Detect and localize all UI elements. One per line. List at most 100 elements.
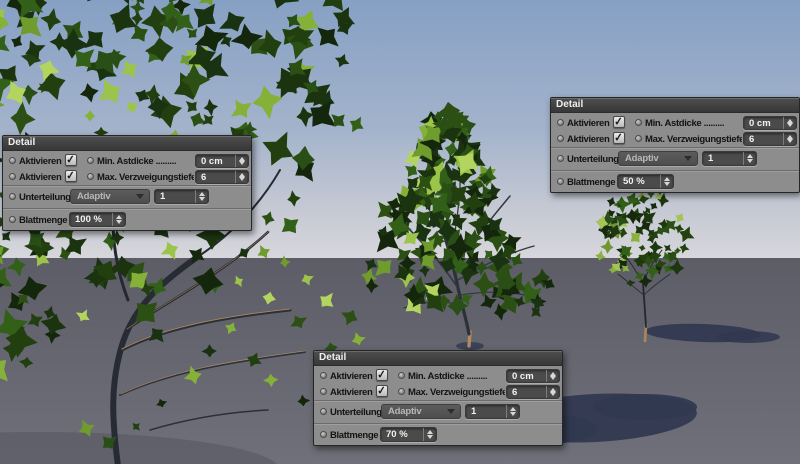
param-dot[interactable] (9, 173, 16, 180)
separator (3, 208, 251, 210)
unterteilung-field[interactable]: 1 (465, 404, 520, 419)
spin-up-icon[interactable] (510, 407, 516, 411)
unterteilung-label: Unterteilung (330, 407, 382, 418)
min-astdicke-value[interactable]: 0 cm (744, 117, 783, 129)
spinner-arrows[interactable] (783, 133, 796, 145)
spin-down-icon[interactable] (787, 139, 793, 143)
max-verzweigungstiefe-value[interactable]: 6 (744, 133, 783, 145)
aktivieren-checkbox[interactable]: ✓ (613, 116, 625, 128)
param-dot[interactable] (557, 135, 564, 142)
separator (551, 170, 799, 172)
param-dot[interactable] (87, 173, 94, 180)
unterteilung-field[interactable]: 1 (702, 151, 757, 166)
spinner-arrows[interactable] (546, 386, 559, 398)
panel-titlebar[interactable]: Detail (314, 351, 562, 366)
max-verzweigungstiefe-field[interactable]: 6 (743, 132, 797, 146)
unterteilung-dropdown[interactable]: Adaptiv (70, 189, 150, 204)
spin-down-icon[interactable] (199, 197, 205, 201)
param-dot[interactable] (635, 135, 642, 142)
spin-up-icon[interactable] (116, 215, 122, 219)
spin-up-icon[interactable] (664, 177, 670, 181)
param-dot[interactable] (9, 157, 16, 164)
panel-body: Aktivieren ✓ Min. Astdicke ......... 0 c… (3, 151, 251, 230)
panel-titlebar[interactable]: Detail (551, 98, 799, 113)
max-verzweigungstiefe-value[interactable]: 6 (196, 171, 235, 183)
max-verzweigungstiefe-field[interactable]: 6 (506, 385, 560, 399)
unterteilung-label: Unterteilung (19, 192, 71, 203)
unterteilung-dropdown-value[interactable]: Adaptiv (382, 406, 447, 417)
min-astdicke-label: Min. Astdicke ......... (97, 156, 177, 167)
unterteilung-dropdown[interactable]: Adaptiv (618, 151, 698, 166)
panel-body: Aktivieren ✓ Min. Astdicke ......... 0 c… (314, 366, 562, 445)
spinner-arrows[interactable] (235, 155, 248, 167)
param-dot[interactable] (398, 372, 405, 379)
min-astdicke-label: Min. Astdicke ......... (408, 371, 488, 382)
spin-up-icon[interactable] (199, 192, 205, 196)
min-astdicke-field[interactable]: 0 cm (743, 116, 797, 130)
spin-down-icon[interactable] (550, 392, 556, 396)
panel-title: Detail (556, 99, 584, 110)
spinner-arrows[interactable] (235, 171, 248, 183)
aktivieren-checkbox[interactable]: ✓ (376, 369, 388, 381)
aktivieren-checkbox[interactable]: ✓ (376, 385, 388, 397)
min-astdicke-field[interactable]: 0 cm (506, 369, 560, 383)
spin-down-icon[interactable] (510, 412, 516, 416)
param-dot[interactable] (320, 431, 327, 438)
blattmenge-value[interactable]: 50 % (618, 175, 660, 188)
unterteilung-value[interactable]: 1 (466, 405, 506, 418)
max-verzweigungstiefe-field[interactable]: 6 (195, 170, 249, 184)
blattmenge-label: Blattmenge (19, 215, 68, 226)
spinner-arrows[interactable] (423, 428, 436, 441)
blattmenge-field[interactable]: 100 % (69, 212, 126, 227)
unterteilung-value[interactable]: 1 (703, 152, 743, 165)
param-dot[interactable] (9, 193, 16, 200)
unterteilung-field[interactable]: 1 (154, 189, 209, 204)
aktivieren-checkbox[interactable]: ✓ (65, 170, 77, 182)
detail-panel-top-right: Detail Aktivieren ✓ Min. Astdicke ......… (550, 97, 800, 193)
min-astdicke-field[interactable]: 0 cm (195, 154, 249, 168)
param-dot[interactable] (557, 178, 564, 185)
spin-down-icon[interactable] (550, 376, 556, 380)
unterteilung-value[interactable]: 1 (155, 190, 195, 203)
blattmenge-value[interactable]: 70 % (381, 428, 423, 441)
spin-down-icon[interactable] (116, 220, 122, 224)
spinner-arrows[interactable] (506, 405, 519, 418)
spinner-arrows[interactable] (660, 175, 673, 188)
param-dot[interactable] (320, 372, 327, 379)
max-verzweigungstiefe-value[interactable]: 6 (507, 386, 546, 398)
min-astdicke-value[interactable]: 0 cm (196, 155, 235, 167)
aktivieren-checkbox[interactable]: ✓ (65, 154, 77, 166)
spin-down-icon[interactable] (239, 177, 245, 181)
spin-down-icon[interactable] (787, 123, 793, 127)
spinner-arrows[interactable] (195, 190, 208, 203)
unterteilung-dropdown-value[interactable]: Adaptiv (619, 153, 684, 164)
param-dot[interactable] (87, 157, 94, 164)
spinner-arrows[interactable] (743, 152, 756, 165)
spinner-arrows[interactable] (546, 370, 559, 382)
spin-down-icon[interactable] (747, 159, 753, 163)
param-dot[interactable] (398, 388, 405, 395)
spinner-arrows[interactable] (783, 117, 796, 129)
param-dot[interactable] (635, 119, 642, 126)
blattmenge-field[interactable]: 70 % (380, 427, 437, 442)
spin-down-icon[interactable] (664, 182, 670, 186)
min-astdicke-value[interactable]: 0 cm (507, 370, 546, 382)
panel-titlebar[interactable]: Detail (3, 136, 251, 151)
blattmenge-field[interactable]: 50 % (617, 174, 674, 189)
param-dot[interactable] (9, 216, 16, 223)
spin-down-icon[interactable] (427, 435, 433, 439)
param-dot[interactable] (557, 155, 564, 162)
row-activate-minbranch: Aktivieren ✓ Min. Astdicke ......... 0 c… (3, 153, 251, 169)
aktivieren-checkbox[interactable]: ✓ (613, 132, 625, 144)
param-dot[interactable] (320, 388, 327, 395)
spin-up-icon[interactable] (427, 430, 433, 434)
blattmenge-value[interactable]: 100 % (70, 213, 112, 226)
spin-down-icon[interactable] (239, 161, 245, 165)
param-dot[interactable] (320, 408, 327, 415)
param-dot[interactable] (557, 119, 564, 126)
spin-up-icon[interactable] (747, 154, 753, 158)
aktivieren-label: Aktivieren (19, 156, 62, 167)
unterteilung-dropdown[interactable]: Adaptiv (381, 404, 461, 419)
spinner-arrows[interactable] (112, 213, 125, 226)
unterteilung-dropdown-value[interactable]: Adaptiv (71, 191, 136, 202)
